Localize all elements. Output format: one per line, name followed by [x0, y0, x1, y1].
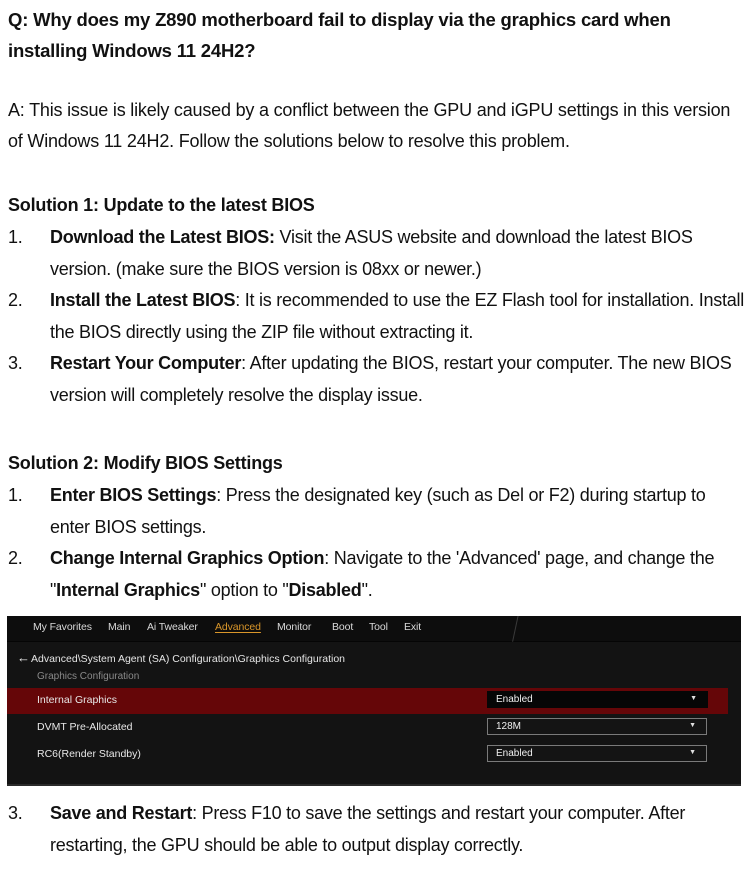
- bios-breadcrumb: ←Advanced\System Agent (SA) Configuratio…: [17, 650, 345, 665]
- step-number: 2.: [8, 290, 23, 310]
- bios-menu-exit[interactable]: Exit: [404, 621, 421, 633]
- solution-1-step-3: 3. Restart Your Computer: After updating…: [8, 348, 750, 411]
- step-emphasis: Internal Graphics: [56, 579, 200, 600]
- solution-2-step-2: 2. Change Internal Graphics Option: Navi…: [8, 543, 750, 606]
- bios-menu-advanced[interactable]: Advanced: [215, 621, 261, 633]
- dropdown-value: 128M: [496, 721, 522, 732]
- bios-row-dvmt-pre-allocated[interactable]: DVMT Pre-Allocated 128M ▼: [7, 715, 741, 741]
- step-text: " option to ": [199, 579, 289, 600]
- bios-row-label: RC6(Render Standby): [37, 748, 141, 760]
- dropdown-value: Enabled: [496, 694, 533, 705]
- bios-row-rc6-render-standby[interactable]: RC6(Render Standby) Enabled ▼: [7, 742, 741, 768]
- question-heading: Q: Why does my Z890 motherboard fail to …: [8, 9, 671, 61]
- solution-2-step-1: 1. Enter BIOS Settings: Press the design…: [8, 480, 750, 543]
- bios-menu-monitor[interactable]: Monitor: [277, 621, 311, 633]
- bios-menu-my-favorites[interactable]: My Favorites: [33, 621, 92, 633]
- step-number: 1.: [8, 227, 23, 247]
- solution-2-step-3: 3. Save and Restart: Press F10 to save t…: [8, 798, 750, 861]
- rc6-render-standby-dropdown[interactable]: Enabled ▼: [487, 745, 707, 762]
- solution-1-step-2: 2. Install the Latest BIOS: It is recomm…: [8, 285, 750, 348]
- caret-down-icon: ▼: [689, 749, 696, 756]
- dvmt-pre-allocated-dropdown[interactable]: 128M ▼: [487, 718, 707, 735]
- dropdown-value: Enabled: [496, 748, 533, 759]
- step-heading: Enter BIOS Settings: [50, 485, 217, 505]
- step-heading: Install the Latest BIOS: [50, 290, 236, 310]
- bios-menu-main[interactable]: Main: [108, 621, 130, 633]
- bios-path-text: Advanced\System Agent (SA) Configuration…: [31, 653, 346, 665]
- caret-down-icon: ▼: [690, 695, 697, 702]
- step-heading: Change Internal Graphics Option: [50, 548, 325, 568]
- bios-menu-boot[interactable]: Boot: [332, 621, 353, 633]
- solution-2-title: Solution 2: Modify BIOS Settings: [8, 453, 283, 473]
- step-heading: Save and Restart: [50, 803, 193, 823]
- step-emphasis: Disabled: [288, 579, 362, 600]
- bios-row-internal-graphics[interactable]: Internal Graphics Enabled ▼: [7, 688, 728, 714]
- answer-paragraph: A: This issue is likely caused by a conf…: [8, 100, 731, 151]
- step-text: ".: [361, 579, 373, 600]
- bios-menu-ai-tweaker[interactable]: Ai Tweaker: [147, 621, 198, 633]
- arrow-left-icon[interactable]: ←: [17, 650, 31, 665]
- bios-row-label: DVMT Pre-Allocated: [37, 721, 133, 733]
- step-heading: Download the Latest BIOS:: [50, 227, 275, 247]
- step-number: 1.: [8, 485, 23, 505]
- step-heading: Restart Your Computer: [50, 353, 242, 373]
- bios-screenshot: My Favorites Main Ai Tweaker Advanced Mo…: [7, 616, 741, 786]
- menu-decoration: [512, 616, 519, 642]
- step-number: 3.: [8, 803, 23, 823]
- step-number: 3.: [8, 353, 23, 373]
- step-number: 2.: [8, 548, 23, 568]
- solution-1-title: Solution 1: Update to the latest BIOS: [8, 195, 315, 215]
- bios-menu-tool[interactable]: Tool: [369, 621, 388, 633]
- bios-section-title: Graphics Configuration: [37, 671, 140, 682]
- solution-1-step-1: 1. Download the Latest BIOS: Visit the A…: [8, 222, 750, 285]
- internal-graphics-dropdown[interactable]: Enabled ▼: [487, 691, 708, 708]
- caret-down-icon: ▼: [689, 722, 696, 729]
- bios-row-label: Internal Graphics: [37, 694, 117, 706]
- bios-menu-bar: My Favorites Main Ai Tweaker Advanced Mo…: [7, 616, 741, 642]
